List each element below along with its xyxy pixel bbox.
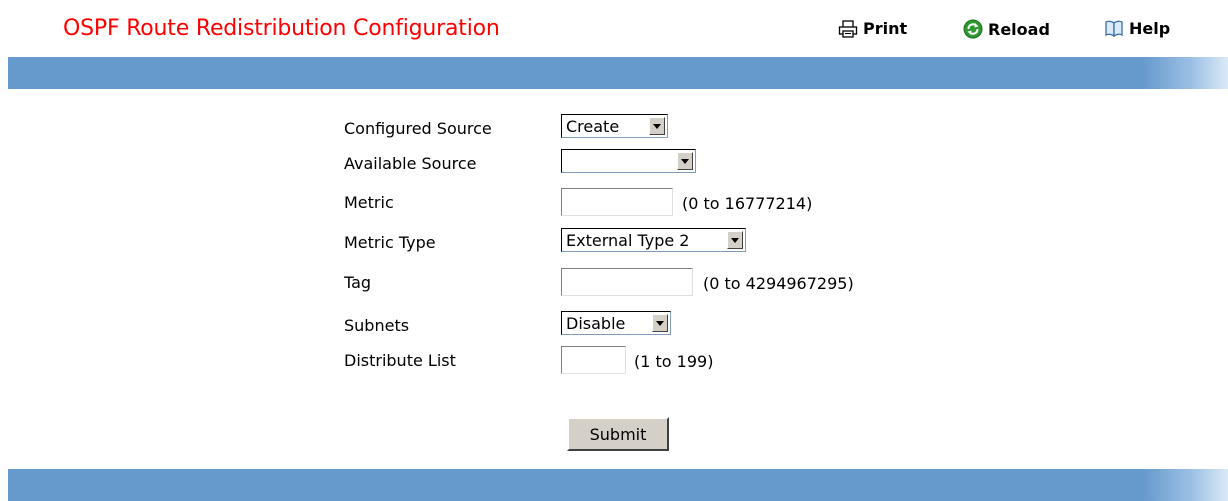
reload-label: Reload [988, 19, 1050, 39]
configured-source-label: Configured Source [344, 119, 492, 138]
distribute-list-input[interactable] [561, 346, 626, 374]
help-button[interactable]: Help [1104, 19, 1170, 38]
chevron-down-icon [677, 152, 693, 170]
subnets-value: Disable [566, 313, 626, 333]
reload-icon [963, 19, 983, 39]
configured-source-value: Create [566, 116, 620, 136]
print-button[interactable]: Print [838, 19, 907, 38]
available-source-select[interactable] [561, 149, 696, 173]
metric-label: Metric [344, 193, 394, 212]
subnets-select[interactable]: Disable [561, 311, 671, 335]
chevron-down-icon [652, 314, 668, 332]
page-header: OSPF Route Redistribution Configuration … [0, 0, 1228, 57]
header-bar [8, 57, 1228, 89]
metric-range: (0 to 16777214) [682, 194, 813, 213]
subnets-row: Subnets Disable [0, 309, 1228, 343]
printer-icon [838, 19, 858, 38]
tag-row: Tag (0 to 4294967295) [0, 266, 1228, 300]
metric-type-value: External Type 2 [566, 230, 690, 250]
reload-button[interactable]: Reload [963, 19, 1050, 39]
configured-source-select[interactable]: Create [561, 114, 668, 138]
chevron-down-icon [649, 117, 665, 135]
page-title: OSPF Route Redistribution Configuration [63, 16, 500, 41]
metric-row: Metric (0 to 16777214) [0, 186, 1228, 220]
help-book-icon [1105, 20, 1123, 37]
metric-type-select[interactable]: External Type 2 [561, 228, 746, 252]
metric-type-row: Metric Type External Type 2 [0, 226, 1228, 260]
available-source-label: Available Source [344, 154, 477, 173]
available-source-row: Available Source [0, 147, 1228, 181]
distribute-list-label: Distribute List [344, 351, 456, 370]
chevron-down-icon [727, 231, 743, 249]
print-label: Print [863, 19, 908, 38]
help-label: Help [1129, 19, 1171, 38]
metric-input[interactable] [561, 188, 673, 216]
tag-input[interactable] [561, 268, 693, 296]
configured-source-row: Configured Source Create [0, 112, 1228, 146]
distribute-list-row: Distribute List (1 to 199) [0, 344, 1228, 378]
tag-range: (0 to 4294967295) [703, 274, 854, 293]
tag-label: Tag [344, 273, 372, 292]
subnets-label: Subnets [344, 316, 410, 335]
footer-bar [8, 469, 1228, 501]
metric-type-label: Metric Type [344, 233, 436, 252]
submit-button[interactable]: Submit [567, 417, 669, 451]
distribute-list-range: (1 to 199) [634, 352, 714, 371]
